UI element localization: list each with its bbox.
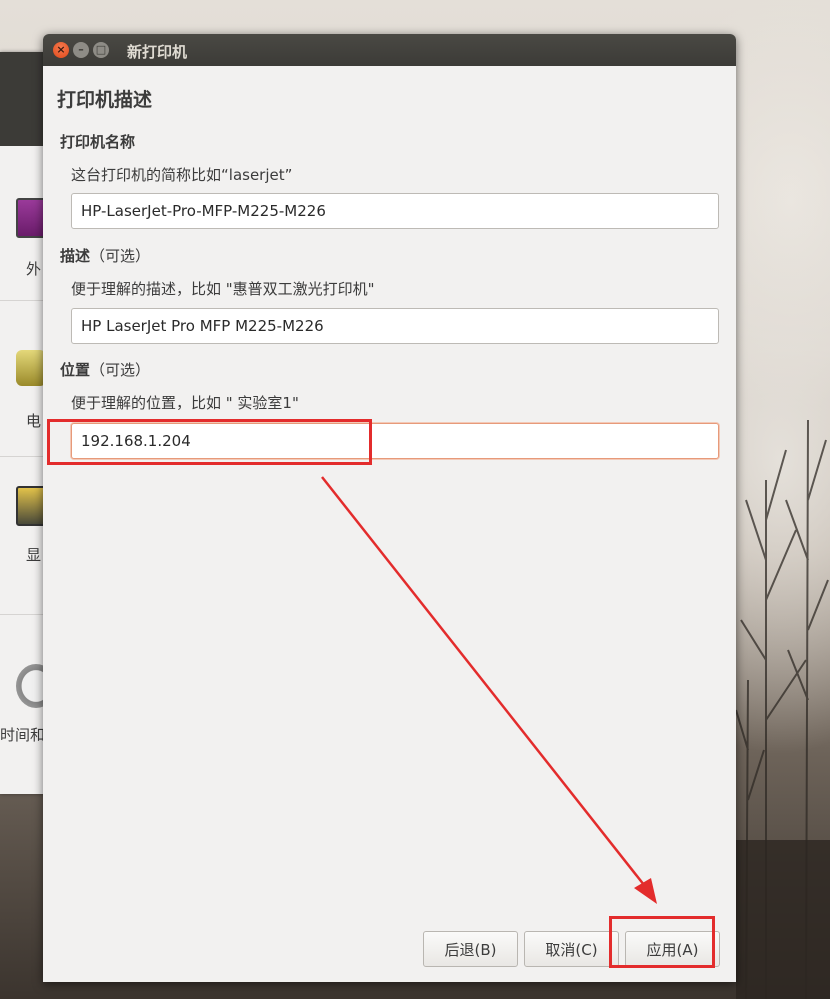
printer-name-hint: 这台打印机的简称比如“laserjet” [71, 166, 293, 184]
description-label: 描述（可选） [60, 245, 150, 266]
location-label-text: 位置 [60, 361, 91, 379]
page-heading: 打印机描述 [57, 89, 153, 111]
bg-item-label[interactable]: 电 [26, 410, 41, 431]
description-label-text: 描述 [60, 247, 91, 265]
minimize-icon[interactable]: – [73, 42, 89, 58]
location-highlight-box [47, 419, 372, 465]
back-button[interactable]: 后退(B) [423, 931, 518, 967]
bg-item-label[interactable]: 时间和 [0, 724, 45, 745]
location-optional-text: （可选） [90, 361, 151, 379]
dialog-title: 新打印机 [127, 43, 188, 61]
location-hint: 便于理解的位置，比如 " 实验室1" [71, 394, 299, 412]
battery-icon[interactable] [16, 350, 46, 386]
close-icon[interactable]: × [53, 42, 69, 58]
printer-name-label: 打印机名称 [60, 131, 135, 152]
location-label: 位置（可选） [60, 359, 150, 380]
trees-background [736, 419, 830, 999]
new-printer-dialog: × – □ 新打印机 打印机描述 打印机名称 这台打印机的简称比如“laserj… [43, 34, 736, 982]
printer-name-field[interactable] [71, 193, 719, 229]
cancel-button[interactable]: 取消(C) [524, 931, 619, 967]
printer-name-label-text: 打印机名称 [60, 133, 136, 151]
description-field[interactable] [71, 308, 719, 344]
description-hint: 便于理解的描述，比如 "惠普双工激光打印机" [71, 280, 375, 298]
description-optional-text: （可选） [90, 247, 151, 265]
apply-highlight-box [609, 916, 715, 968]
dialog-titlebar: × – □ 新打印机 [43, 34, 736, 66]
bg-item-label[interactable]: 显 [26, 544, 41, 565]
bg-item-label[interactable]: 外 [26, 258, 41, 279]
maximize-icon[interactable]: □ [93, 42, 109, 58]
